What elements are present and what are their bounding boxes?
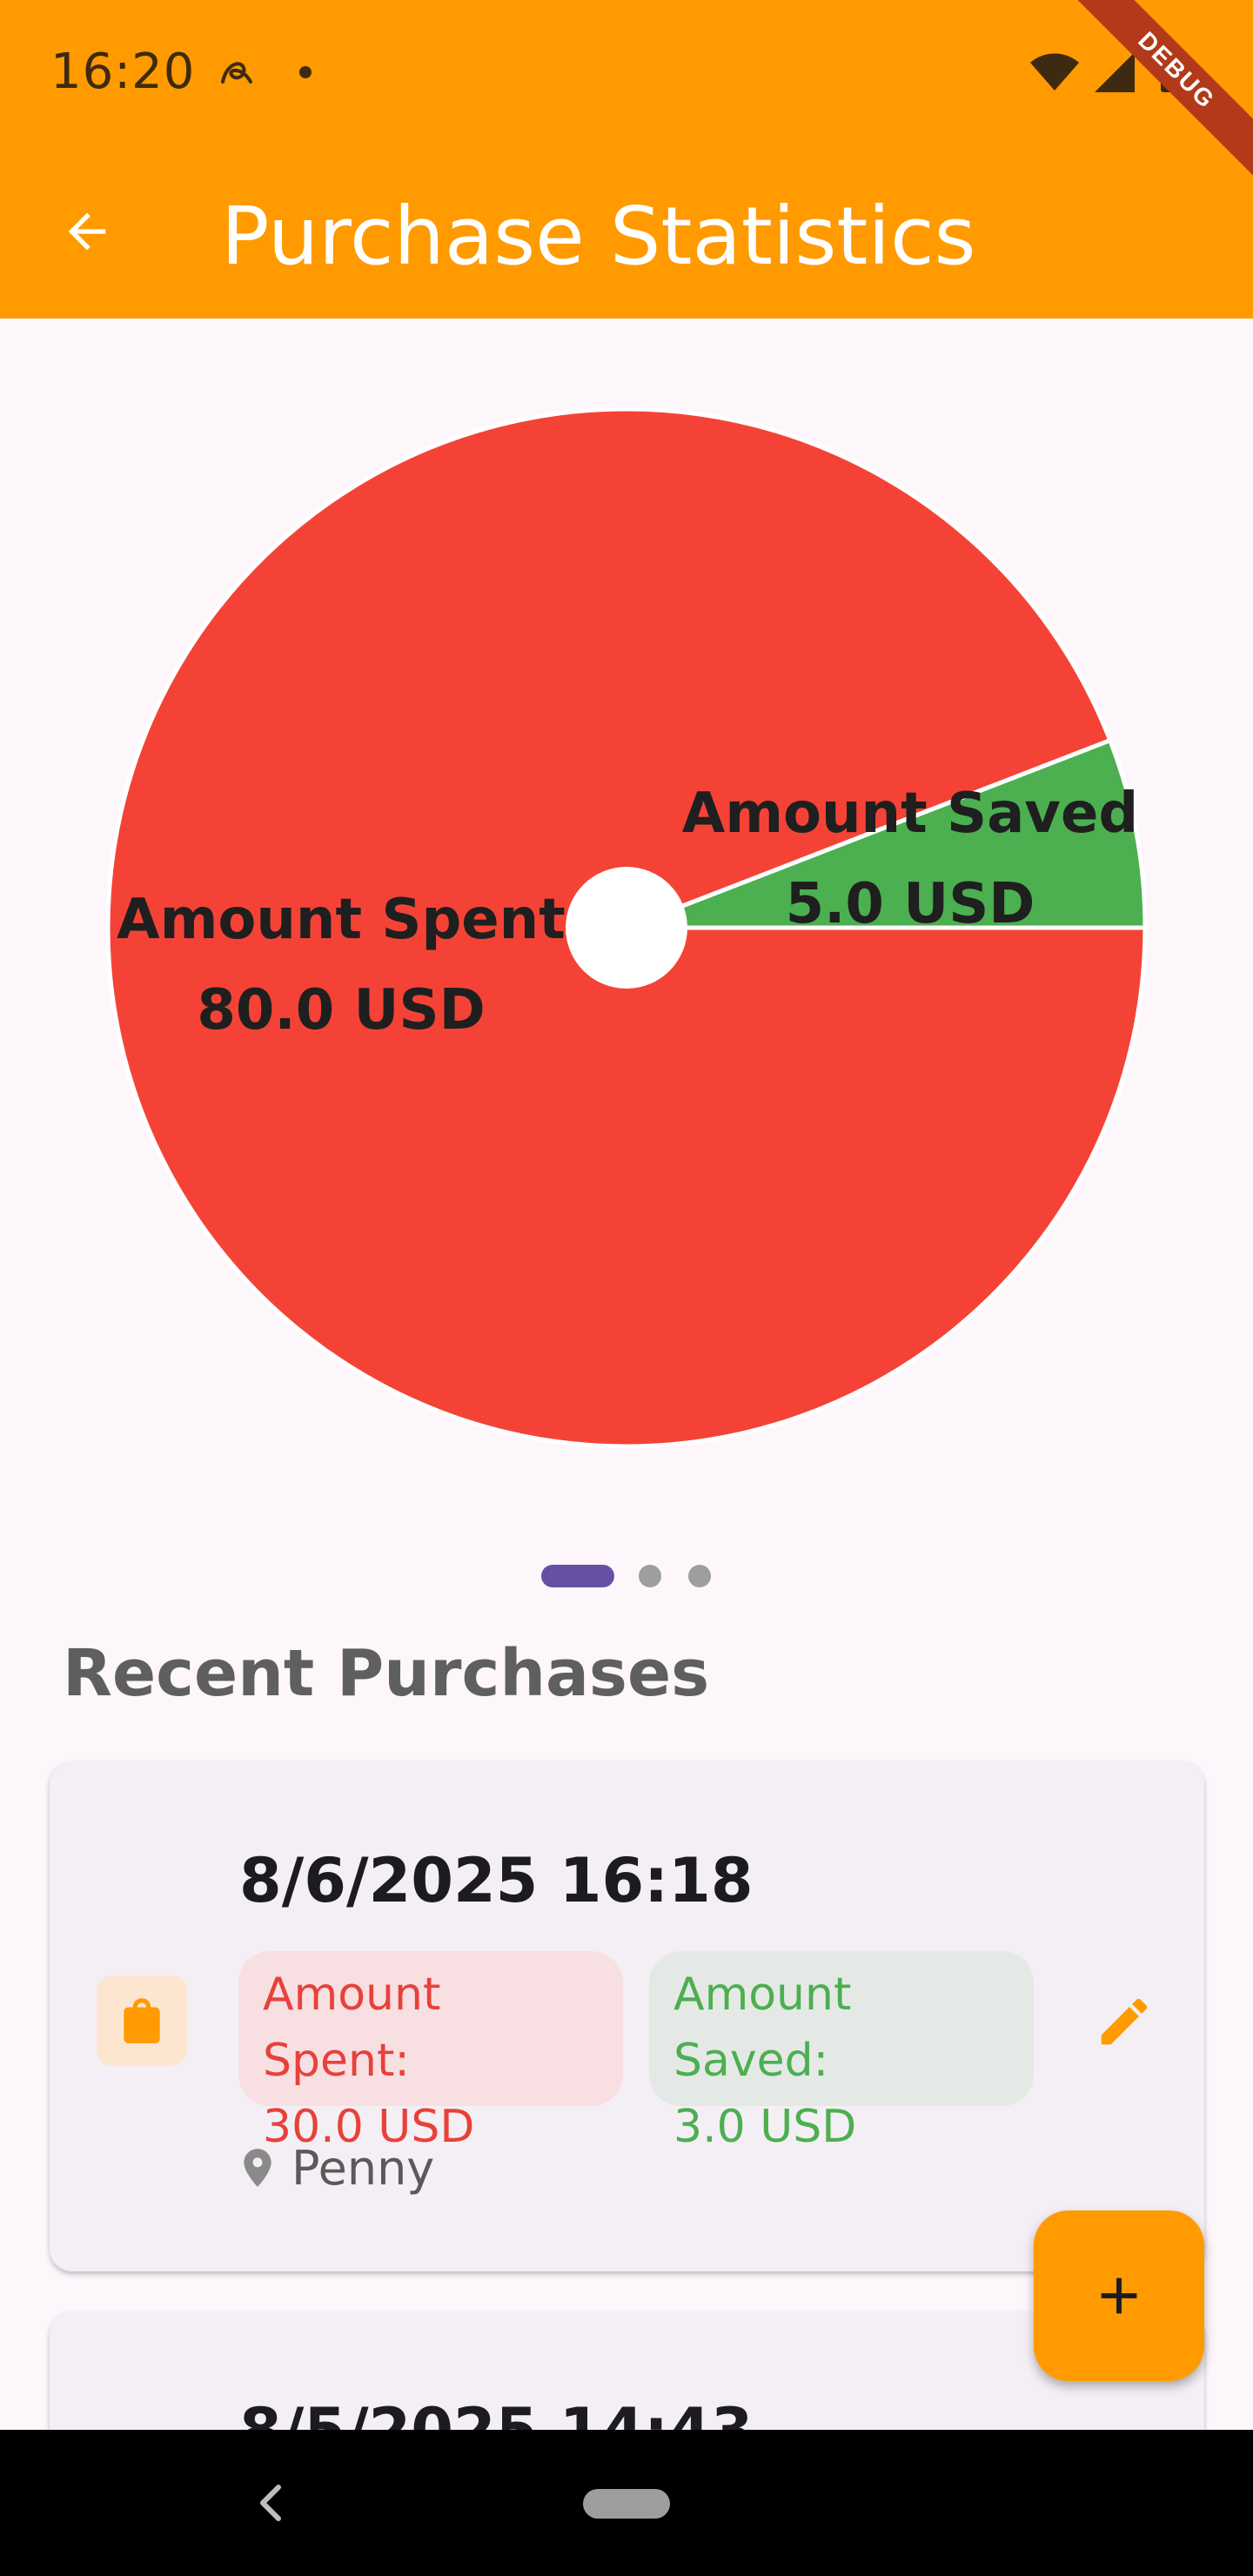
location-name: Penny (291, 2140, 435, 2196)
page-dot[interactable] (639, 1565, 661, 1587)
purchase-date: 8/6/2025 16:18 (239, 1845, 754, 1916)
status-time: 16:20 (50, 44, 196, 100)
pie-value-amount-saved: 5.0 USD (786, 872, 1035, 936)
system-nav-bar (0, 2430, 1253, 2576)
amount-spent-label: Amount Spent: (263, 1969, 441, 2087)
pie-chart-svg: Amount Spent 80.0 USD Amount Saved 5.0 USD (105, 406, 1148, 1449)
screen: 16:20 Purchase Statistics DEBUG Amount S… (0, 0, 1253, 2576)
wifi-icon (1030, 53, 1079, 91)
pie-center-hole (566, 867, 687, 989)
signal-icon (1095, 52, 1135, 92)
location-row: Penny (241, 2137, 434, 2198)
edit-icon (1101, 1998, 1148, 2045)
page-title: Purchase Statistics (221, 190, 976, 283)
pie-label-amount-spent: Amount Spent (117, 888, 566, 952)
shopping-bag-icon (124, 1998, 160, 2043)
amount-spent-chip: Amount Spent: 30.0 USD (238, 1951, 623, 2153)
section-title: Recent Purchases (63, 1636, 710, 1711)
edit-button[interactable] (1085, 1982, 1163, 2061)
purchase-card[interactable]: 8/6/2025 16:18 Amount Spent: 30.0 USD Am… (50, 1761, 1204, 2271)
nav-back-icon[interactable] (244, 2468, 296, 2538)
pie-label-amount-saved: Amount Saved (682, 782, 1138, 846)
battery-icon (1161, 50, 1183, 92)
amount-saved-value: 3.0 USD (673, 2101, 857, 2153)
location-pin-icon (244, 2149, 271, 2187)
shopping-bag-icon-box (97, 1976, 187, 2066)
nav-home-pill[interactable] (583, 2489, 670, 2519)
pie-value-amount-spent: 80.0 USD (197, 978, 485, 1043)
arrow-back-icon (68, 212, 106, 251)
amount-saved-label: Amount Saved: (673, 1969, 852, 2087)
status-bar: 16:20 (0, 0, 1253, 146)
app-bar: Purchase Statistics (0, 146, 1253, 319)
dot-icon (299, 66, 312, 78)
add-purchase-button[interactable] (1034, 2210, 1204, 2381)
page-dot[interactable] (688, 1565, 711, 1587)
at-sign-icon (221, 62, 252, 84)
pie-chart: Amount Spent 80.0 USD Amount Saved 5.0 USD (0, 319, 1253, 1502)
page-dot-active[interactable] (541, 1565, 614, 1587)
back-button[interactable] (44, 188, 131, 275)
add-icon (1101, 2277, 1137, 2314)
amount-saved-chip: Amount Saved: 3.0 USD (649, 1951, 1034, 2153)
page-indicator (0, 1558, 1253, 1589)
